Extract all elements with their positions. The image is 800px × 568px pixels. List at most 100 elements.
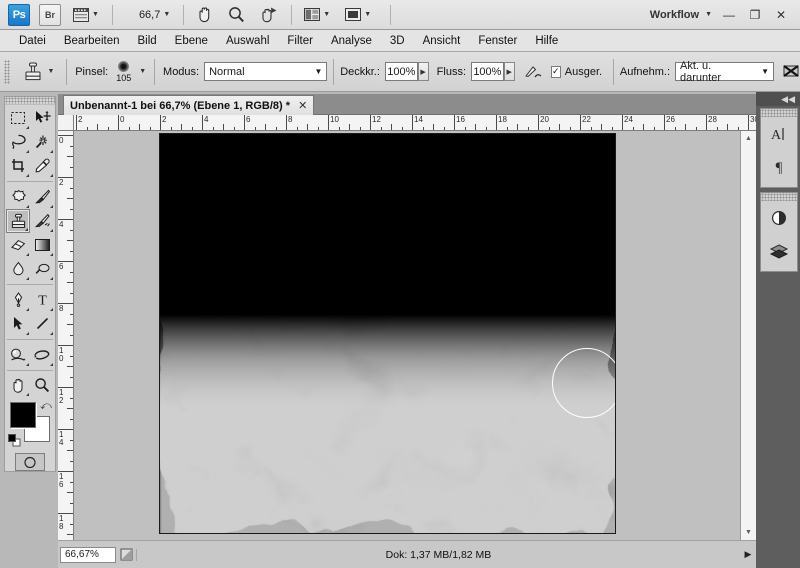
- menu-ansicht[interactable]: Ansicht: [414, 33, 470, 49]
- quick-mask-button[interactable]: [15, 453, 45, 471]
- screen-mode-button[interactable]: ▼: [342, 4, 374, 26]
- status-zoom-input[interactable]: 66,67%: [60, 546, 116, 563]
- move-tool[interactable]: [30, 106, 54, 130]
- path-selection-tool[interactable]: [6, 312, 30, 336]
- arrange-documents-button[interactable]: ▼: [301, 4, 333, 26]
- horizontal-ruler[interactable]: 2024681012141618202224262830: [74, 115, 756, 131]
- default-colors-icon[interactable]: [8, 434, 21, 447]
- 3d-orbit-tool[interactable]: [30, 343, 54, 367]
- brush-preset-picker[interactable]: 105: [113, 60, 134, 83]
- launch-bridge-button[interactable]: Br: [39, 3, 61, 26]
- close-icon[interactable]: ✕: [298, 99, 307, 112]
- title-bar: Ps Br ▼ 66,7 ▼ ▼ ▼ Workflow ▼ — ❐ ✕: [0, 0, 800, 30]
- menu-filter[interactable]: Filter: [278, 33, 322, 49]
- minimize-button[interactable]: —: [716, 3, 742, 27]
- chevron-down-icon: ▼: [761, 67, 770, 76]
- swap-colors-icon[interactable]: ⤺: [40, 400, 52, 413]
- flow-slider-button[interactable]: ▶: [503, 62, 515, 81]
- image-canvas[interactable]: [159, 133, 616, 534]
- aligned-label: Ausger.: [564, 65, 603, 78]
- pen-tool[interactable]: [6, 288, 30, 312]
- 3d-rotate-tool[interactable]: [6, 343, 30, 367]
- workspace-switcher[interactable]: Workflow ▼: [650, 9, 716, 21]
- sample-source-select[interactable]: Akt. u. darunter ▼: [675, 60, 775, 84]
- aligned-checkbox[interactable]: ✓: [550, 65, 561, 78]
- menu-ebene[interactable]: Ebene: [166, 33, 217, 49]
- canvas-area[interactable]: [74, 131, 740, 540]
- healing-brush-tool[interactable]: [6, 185, 30, 209]
- tools-panel: T ⤺: [4, 96, 56, 472]
- menu-fenster[interactable]: Fenster: [469, 33, 526, 49]
- scroll-up-button[interactable]: ▲: [741, 131, 756, 146]
- history-brush-tool[interactable]: [30, 209, 54, 233]
- healing-brush-icon: [11, 190, 26, 203]
- menu-bild[interactable]: Bild: [128, 33, 165, 49]
- rotate-view-tool-button[interactable]: [257, 4, 281, 26]
- character-panel-button[interactable]: A: [761, 117, 797, 150]
- panel-group-layers: [760, 192, 798, 272]
- dodge-tool[interactable]: [30, 257, 54, 281]
- hand-tool[interactable]: [6, 373, 30, 397]
- blend-mode-select[interactable]: Normal ▼: [204, 62, 328, 81]
- hand-icon: [13, 379, 22, 394]
- ruler-corner[interactable]: [58, 115, 74, 131]
- sample-label: Aufnehm.:: [619, 65, 671, 78]
- zoom-tool[interactable]: [30, 373, 54, 397]
- type-tool[interactable]: T: [30, 288, 54, 312]
- vertical-scrollbar[interactable]: ▲ ▼: [740, 131, 756, 540]
- layers-panel-button[interactable]: [761, 234, 797, 267]
- panel-group-grip[interactable]: [761, 109, 797, 117]
- foreground-color-swatch[interactable]: [10, 402, 36, 429]
- document-tab[interactable]: Unbenannt-1 bei 66,7% (Ebene 1, RGB/8) *…: [63, 95, 315, 115]
- options-bar-grip[interactable]: [4, 59, 11, 84]
- ruler-label: 30: [750, 115, 756, 124]
- hand-tool-button[interactable]: [193, 4, 216, 26]
- zoom-level-selector[interactable]: 66,7 ▼: [122, 4, 173, 26]
- magic-wand-tool[interactable]: [30, 130, 54, 154]
- tools-panel-grip[interactable]: [5, 97, 55, 105]
- menu-3d[interactable]: 3D: [381, 33, 414, 49]
- panel-group-grip[interactable]: [761, 193, 797, 201]
- line-tool[interactable]: [30, 312, 54, 336]
- menu-hilfe[interactable]: Hilfe: [526, 33, 567, 49]
- menu-bearbeiten[interactable]: Bearbeiten: [55, 33, 129, 49]
- ignore-adjustment-layers-button[interactable]: [782, 63, 800, 81]
- collapse-panels-button[interactable]: ◀◀: [756, 92, 800, 106]
- photoshop-logo-icon[interactable]: Ps: [8, 3, 30, 26]
- view-extras-button[interactable]: ▼: [70, 4, 102, 26]
- ruler-label: 8: [59, 304, 64, 313]
- tool-group-3d: [5, 342, 55, 368]
- opacity-slider-button[interactable]: ▶: [417, 62, 429, 81]
- menu-analyse[interactable]: Analyse: [322, 33, 381, 49]
- chevron-down-icon: ▼: [705, 11, 712, 18]
- menu-auswahl[interactable]: Auswahl: [217, 33, 278, 49]
- gradient-tool[interactable]: [30, 233, 54, 257]
- tool-preset-picker[interactable]: ▼: [18, 58, 58, 86]
- restore-button[interactable]: ❐: [742, 3, 768, 27]
- gradient-icon: [34, 238, 50, 251]
- status-expand-button[interactable]: ▶: [740, 549, 756, 560]
- arrow-cursor-icon: [14, 317, 23, 330]
- menu-datei[interactable]: Datei: [10, 33, 55, 49]
- vertical-ruler[interactable]: 02468101214161820: [58, 131, 74, 540]
- flow-input[interactable]: 100%: [471, 62, 504, 81]
- opacity-input[interactable]: 100%: [384, 62, 418, 81]
- lasso-tool[interactable]: [6, 130, 30, 154]
- airbrush-toggle-button[interactable]: [523, 62, 543, 82]
- preview-proxy-icon[interactable]: [116, 548, 136, 561]
- clone-stamp-tool[interactable]: [6, 208, 30, 233]
- chevron-down-icon[interactable]: ▼: [139, 68, 146, 75]
- blur-tool[interactable]: [6, 257, 30, 281]
- scroll-down-button[interactable]: ▼: [741, 525, 756, 540]
- eyedropper-tool[interactable]: [30, 154, 54, 178]
- zoom-tool-button[interactable]: [225, 4, 248, 26]
- adjustments-panel-button[interactable]: [761, 201, 797, 234]
- close-button[interactable]: ✕: [768, 3, 794, 27]
- paragraph-panel-button[interactable]: ¶: [761, 150, 797, 183]
- brush-tool[interactable]: [30, 185, 54, 209]
- flow-label: Fluss:: [436, 65, 467, 78]
- crop-tool[interactable]: [6, 154, 30, 178]
- document-tab-strip: Unbenannt-1 bei 66,7% (Ebene 1, RGB/8) *…: [58, 94, 756, 115]
- eraser-tool[interactable]: [6, 233, 30, 257]
- marquee-tool[interactable]: [6, 106, 30, 130]
